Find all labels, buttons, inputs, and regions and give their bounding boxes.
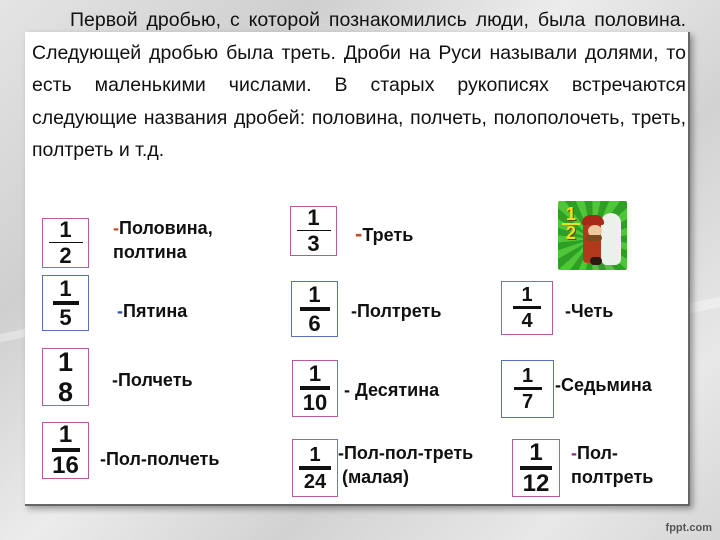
fraction-name-1-7: -Седьмина — [555, 375, 652, 395]
fraction-bar — [299, 465, 331, 470]
numerator: 1 — [308, 281, 321, 307]
fraction-1-12: 1 12 — [512, 439, 560, 497]
fraction-bar — [52, 300, 79, 305]
name-line2: полтреть — [571, 467, 654, 487]
fraction-1-3: 1 3 — [290, 206, 337, 256]
figure-boot — [590, 257, 602, 265]
denominator: 5 — [59, 304, 72, 330]
fraction-name-1-5: -Пятина — [117, 299, 187, 323]
figure-sketch-half — [601, 213, 621, 265]
fraction-name-1-8: -Полчеть — [112, 370, 193, 390]
numerator: 1 — [529, 438, 543, 466]
numerator: 1 — [307, 205, 320, 230]
game-icon-denominator: 2 — [565, 223, 576, 243]
fraction-bar — [520, 465, 552, 470]
fraction-bar — [299, 306, 330, 311]
fraction-name-1-12: -Пол- полтреть — [571, 441, 653, 489]
numerator: 1 — [521, 365, 534, 387]
fraction-1-16: 1 16 — [42, 422, 89, 479]
denominator: 24 — [303, 470, 327, 493]
name-text: Пятина — [123, 301, 188, 321]
fraction-1-2: 1 2 — [42, 218, 89, 268]
denominator: 4 — [521, 310, 533, 332]
fraction-name-1-16: -Пол-полчеть — [100, 449, 220, 469]
half-mario-icon: 1 2 — [558, 201, 627, 270]
name-text: Половина, — [119, 218, 213, 238]
name-line2: полтина — [113, 242, 187, 262]
intro-paragraph-top: Первой дробью, с которой познакомились л… — [32, 9, 686, 161]
fraction-1-5: 1 5 — [42, 275, 89, 331]
denominator: 7 — [521, 391, 534, 413]
fraction-1-24: 1 24 — [292, 439, 338, 497]
denominator: 8 — [57, 376, 74, 407]
denominator: 16 — [52, 452, 79, 479]
name-text: Треть — [362, 225, 414, 245]
numerator: 1 — [308, 361, 322, 386]
fraction-1-8: 1 8 — [42, 348, 89, 406]
fraction-name-1-3: -Треть — [355, 222, 413, 247]
fraction-1-4: 1 4 — [501, 281, 553, 335]
denominator: 3 — [307, 231, 320, 256]
figure-hat — [582, 215, 604, 225]
fraction-name-1-4: -Четь — [565, 301, 614, 321]
name-text: Пол- — [577, 443, 618, 463]
numerator: 1 — [309, 443, 321, 466]
denominator: 6 — [308, 310, 321, 336]
numerator: 1 — [57, 346, 74, 377]
denominator: 12 — [522, 469, 550, 497]
fraction-1-10: 1 10 — [292, 360, 338, 417]
figure-mustache — [586, 235, 602, 241]
denominator: 10 — [302, 390, 328, 415]
game-icon-fraction: 1 2 — [562, 204, 580, 243]
numerator: 1 — [59, 217, 72, 242]
fraction-bar — [513, 387, 542, 390]
denominator: 2 — [59, 243, 72, 268]
fraction-name-1-2: -Половина, полтина — [113, 216, 213, 264]
name-text: -Пол-пол-треть — [338, 443, 474, 463]
fraction-1-7: 1 7 — [501, 360, 554, 418]
game-icon-numerator: 1 — [565, 204, 576, 224]
fraction-name-1-24: -Пол-пол-треть (малая) — [338, 441, 473, 489]
fraction-bar — [513, 306, 541, 309]
fraction-1-6: 1 6 — [291, 281, 338, 337]
watermark: fppt.com — [665, 522, 712, 534]
fraction-name-1-6: -Полтреть — [351, 301, 442, 321]
numerator: 1 — [59, 275, 72, 301]
numerator: 1 — [58, 421, 73, 448]
numerator: 1 — [521, 284, 533, 306]
fraction-name-1-10: - Десятина — [344, 380, 440, 400]
name-line2: (малая) — [342, 467, 410, 487]
